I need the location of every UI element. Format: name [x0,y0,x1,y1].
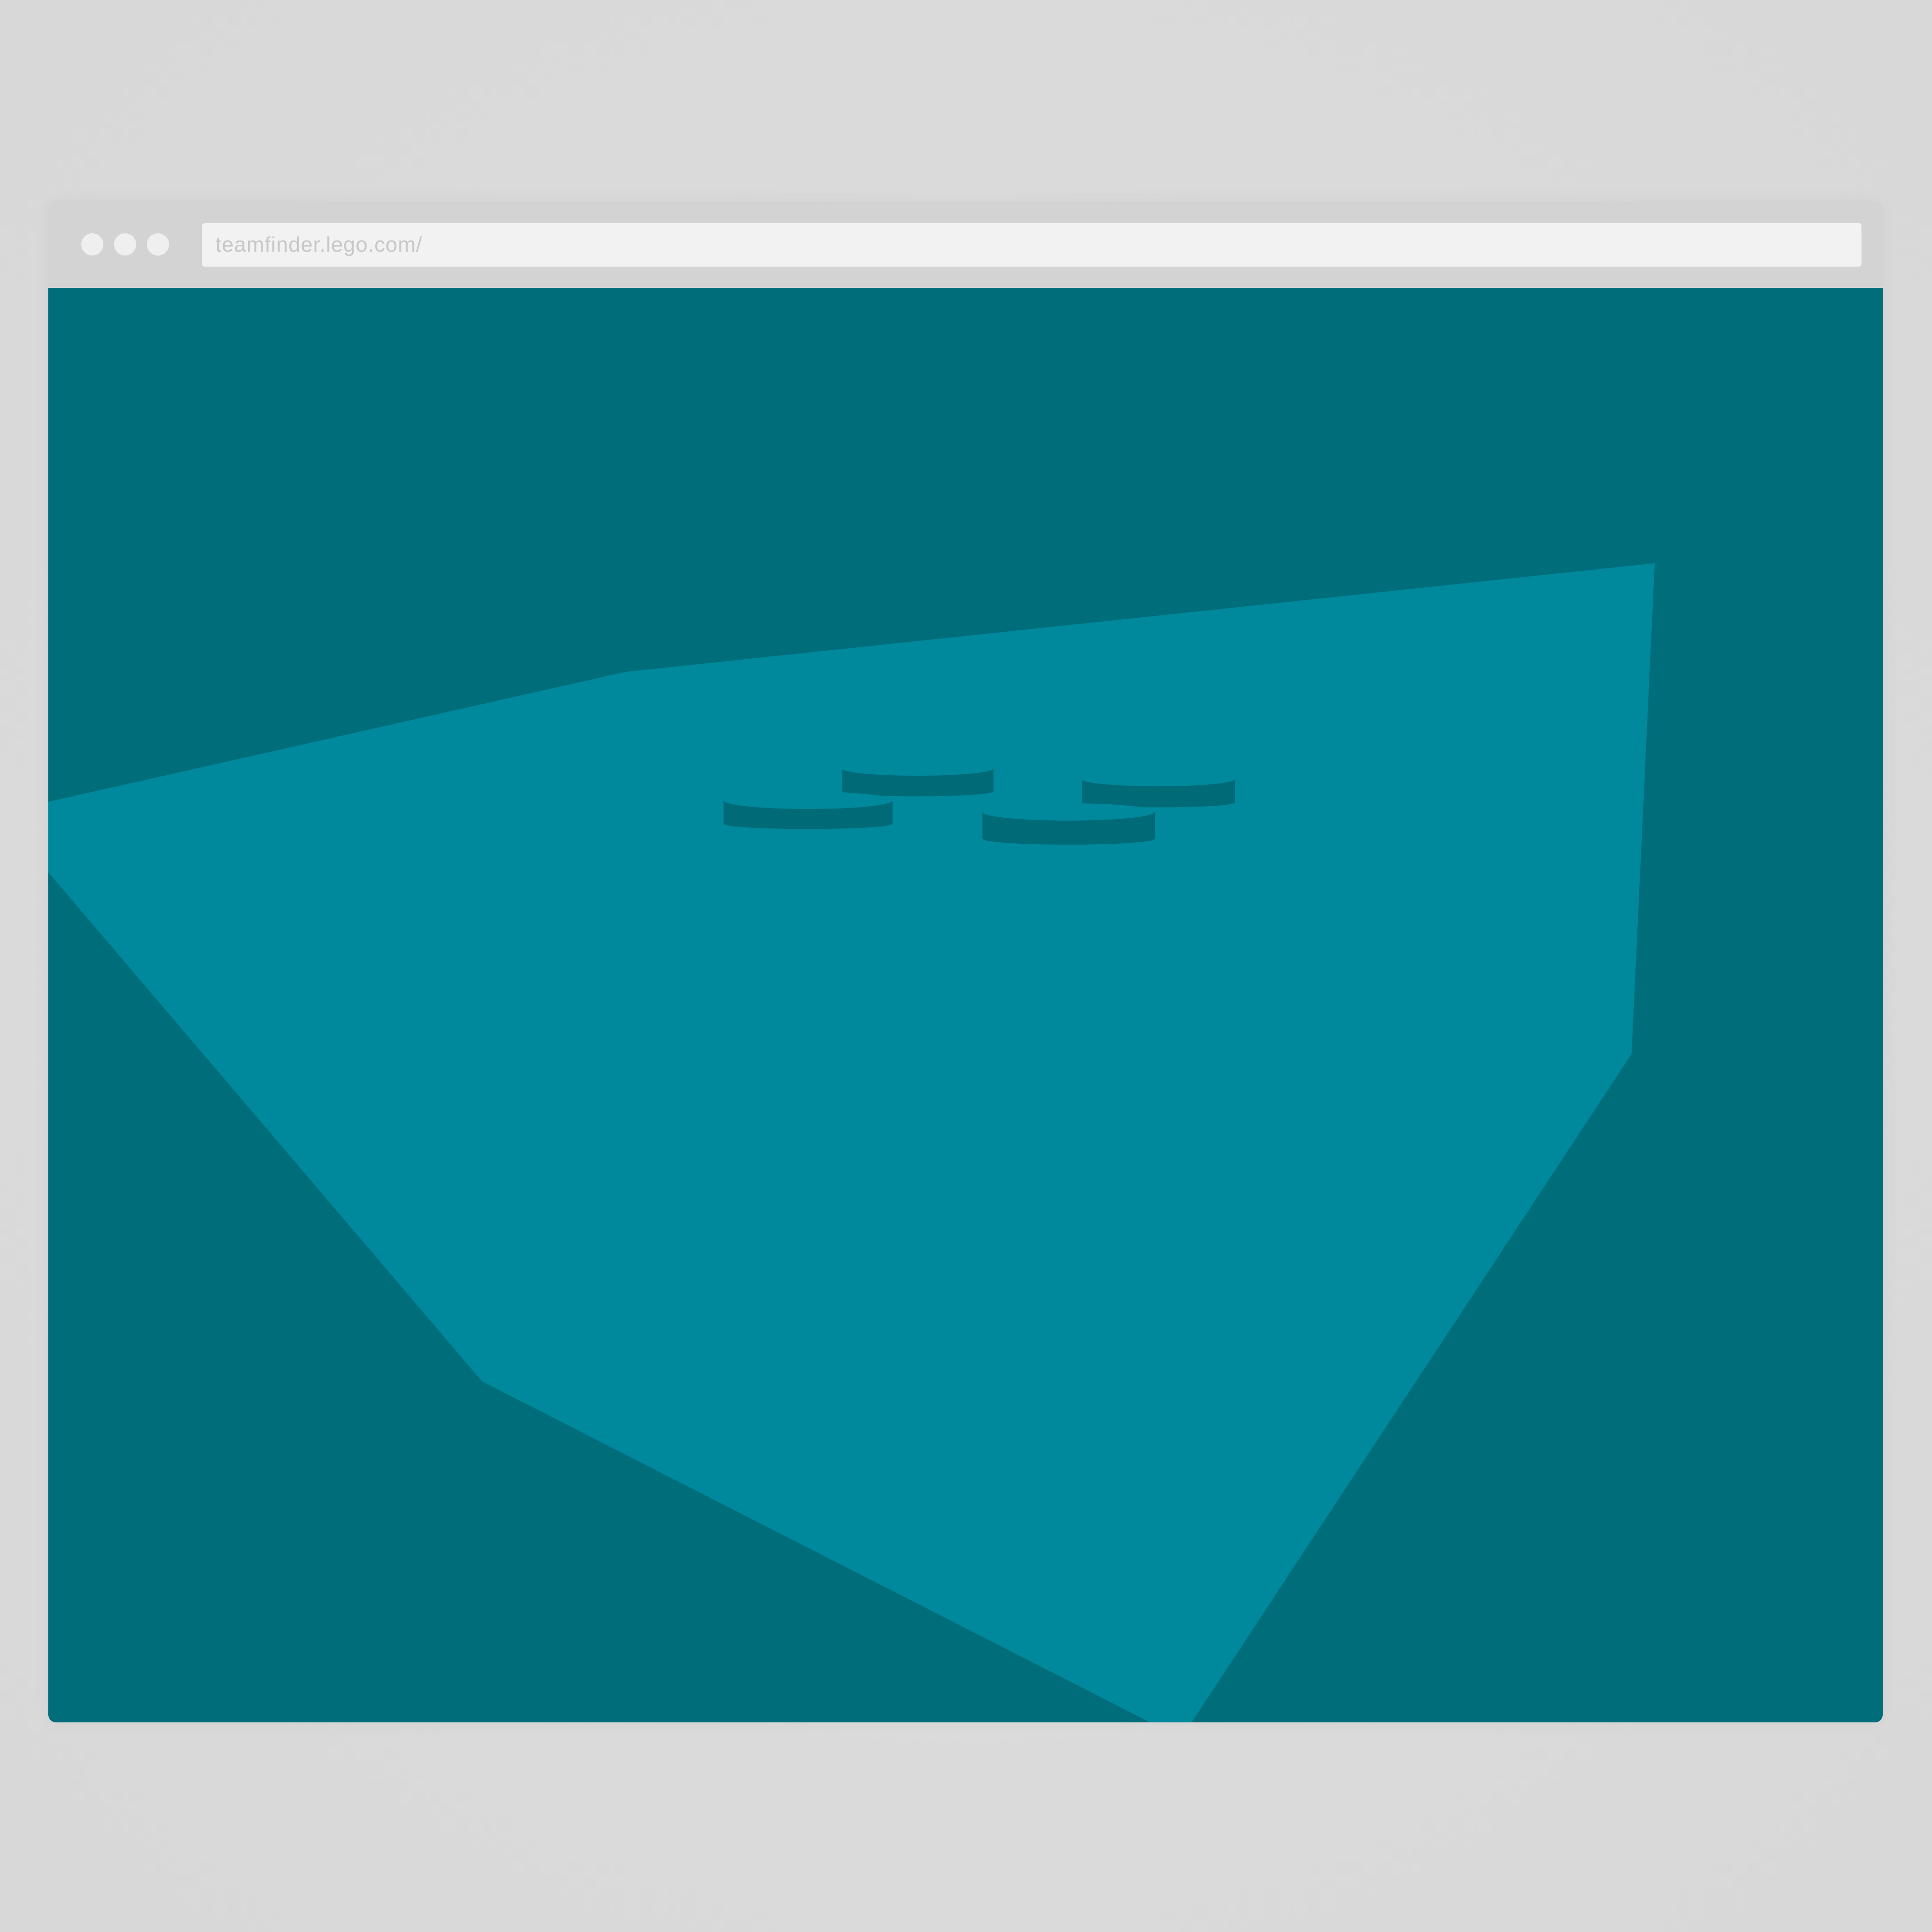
stud-top-1 [724,792,893,809]
address-bar[interactable]: teamfinder.lego.com/ [202,223,1861,267]
stud-top-2 [842,761,994,776]
scene-canvas[interactable] [48,288,1883,1722]
stud-top-4 [982,803,1154,821]
window-dot-2[interactable] [114,233,136,256]
page-viewport [48,288,1883,1722]
browser-titlebar: teamfinder.lego.com/ [48,201,1883,288]
window-dot-1[interactable] [81,233,103,256]
address-url: teamfinder.lego.com/ [215,233,423,256]
browser-window: teamfinder.lego.com/ [48,201,1883,1722]
window-dot-3[interactable] [147,233,169,256]
stud-top-3 [1081,772,1235,786]
